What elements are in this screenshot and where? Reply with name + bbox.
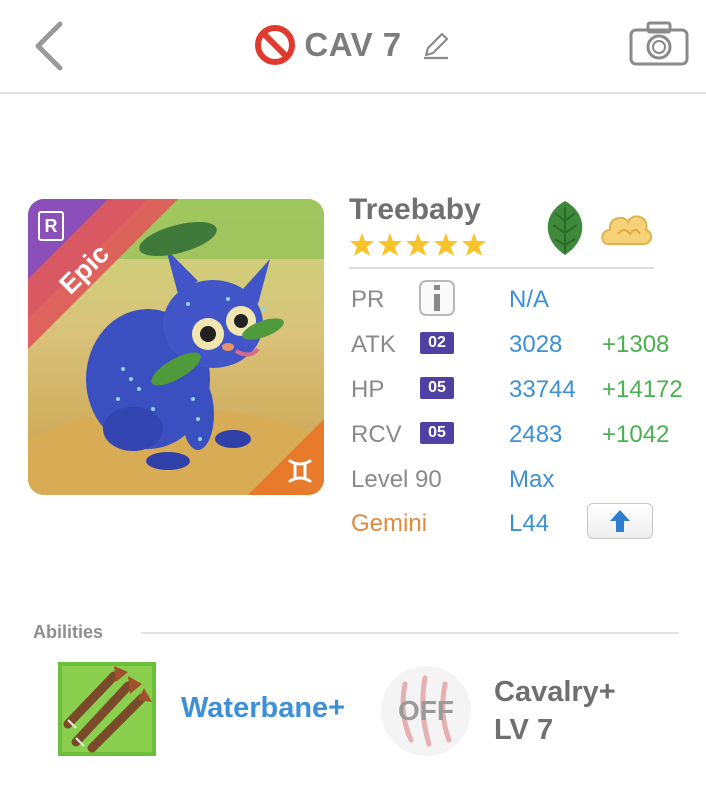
rcv-bonus: +1042 [602,421,670,448]
star-icon [434,233,458,256]
abilities-divider [141,632,679,634]
arrows-icon [58,662,156,756]
rcv-value: 2483 [509,421,563,448]
camera-icon [629,21,689,66]
sign-level: L44 [509,510,550,537]
gemini-icon [288,459,312,483]
pr-label: PR [351,286,385,313]
level-value: Max [509,466,555,493]
pr-value: N/A [509,286,550,313]
hp-label: HP [351,376,385,403]
skill-off-label: OFF [398,695,454,726]
atk-badge: 02 [420,332,454,354]
leaf-icon [547,201,583,255]
skill-level: LV 7 [494,714,554,746]
pencil-icon[interactable] [420,29,452,61]
star-rating [349,231,487,257]
top-bar: CAV 7 [0,0,706,94]
monster-artwork [28,199,324,495]
name-divider [349,267,654,269]
atk-label: ATK [351,331,396,358]
rarity-badge: R [38,211,64,241]
monster-name: Treebaby [349,193,481,226]
star-icon [406,233,430,256]
atk-value: 3028 [509,331,563,358]
skill-toggle[interactable]: OFF [377,664,475,758]
hp-badge: 05 [420,377,454,399]
atk-bonus: +1308 [602,331,670,358]
star-icon [378,233,402,256]
ability-name: Waterbane+ [181,692,346,724]
hp-value: 33744 [509,376,576,403]
prohibited-icon [255,25,296,65]
rcv-label: RCV [351,421,402,448]
page-title: CAV 7 [304,26,402,63]
info-icon [434,285,440,311]
star-icon [350,233,374,256]
rcv-badge: 05 [420,422,454,444]
cloud-icon [601,215,652,245]
ability-icon[interactable] [58,662,156,756]
skill-name: Cavalry+ [494,676,616,708]
star-icon [462,233,486,256]
camera-button[interactable] [628,20,690,68]
arrow-up-icon [610,510,630,532]
sign-label: Gemini [351,510,428,537]
monster-portrait[interactable]: R Epic [28,199,324,495]
info-button[interactable] [419,280,455,316]
upgrade-button[interactable] [587,503,653,539]
title-group: CAV 7 [0,22,706,68]
hp-bonus: +14172 [602,376,683,403]
level-label: Level 90 [351,466,442,493]
abilities-heading: Abilities [33,622,104,642]
